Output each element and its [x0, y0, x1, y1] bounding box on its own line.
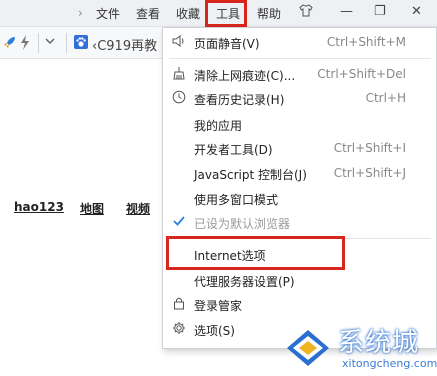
- menu-item-view-history[interactable]: 查看历史记录(H) Ctrl+H: [163, 86, 436, 110]
- nav-link-hao123[interactable]: hao123: [14, 200, 64, 214]
- toolbar-divider: [38, 33, 39, 53]
- menu-item-my-apps[interactable]: 我的应用: [163, 112, 436, 136]
- skin-icon[interactable]: [299, 4, 313, 21]
- menu-item-developer-tools[interactable]: 开发者工具(D) Ctrl+Shift+I: [163, 136, 436, 160]
- menu-divider: [169, 58, 431, 59]
- menu-file[interactable]: 文件: [96, 5, 120, 22]
- watermark-logo-icon: [287, 330, 329, 366]
- menu-back-arrow[interactable]: ›: [78, 6, 83, 20]
- rocket-icon[interactable]: [2, 35, 17, 54]
- menu-item-default-browser: 已设为默认浏览器: [163, 210, 436, 234]
- menu-help[interactable]: 帮助: [257, 5, 281, 22]
- bolt-icon[interactable]: [20, 35, 30, 54]
- nav-link-video[interactable]: 视频: [126, 200, 150, 217]
- watermark-url: xitongcheng.com: [342, 357, 437, 370]
- minimize-button[interactable]: —: [340, 4, 353, 19]
- tab-site-label[interactable]: ‹C919再教: [92, 35, 157, 54]
- watermark-text: 系统城: [338, 328, 420, 358]
- menu-item-login-manager[interactable]: 登录管家: [163, 292, 436, 316]
- menu-item-js-console[interactable]: JavaScript 控制台(J) Ctrl+Shift+J: [163, 161, 436, 185]
- check-icon: [172, 214, 186, 228]
- tools-dropdown-menu: 页面静音(V) Ctrl+Shift+M 清除上网痕迹(C)... Ctrl+S…: [162, 27, 437, 349]
- nav-link-map[interactable]: 地图: [80, 200, 104, 217]
- menu-view[interactable]: 查看: [136, 5, 160, 22]
- menu-item-clear-history[interactable]: 清除上网痕迹(C)... Ctrl+Shift+Del: [163, 62, 436, 86]
- lock-icon: [172, 296, 186, 310]
- menu-item-proxy-settings[interactable]: 代理服务器设置(P): [163, 268, 436, 292]
- toolbar-divider: [66, 33, 67, 53]
- title-bar: › 文件 查看 收藏 工具 帮助 — ❐ ✕: [0, 0, 437, 27]
- gear-icon: [172, 321, 186, 335]
- close-button[interactable]: ✕: [411, 4, 422, 19]
- menu-item-multi-window[interactable]: 使用多窗口模式: [163, 186, 436, 210]
- chevron-down-icon[interactable]: [44, 35, 56, 51]
- tools-menu-highlight-box: [205, 0, 247, 27]
- maximize-button[interactable]: ❐: [374, 4, 386, 19]
- clock-icon: [172, 90, 186, 104]
- speaker-icon: [172, 34, 186, 48]
- broom-icon: [172, 66, 186, 80]
- menu-item-mute-page[interactable]: 页面静音(V) Ctrl+Shift+M: [163, 30, 436, 54]
- internet-options-highlight-box: [166, 236, 345, 270]
- menu-favorites[interactable]: 收藏: [176, 5, 200, 22]
- paw-icon: [74, 35, 88, 53]
